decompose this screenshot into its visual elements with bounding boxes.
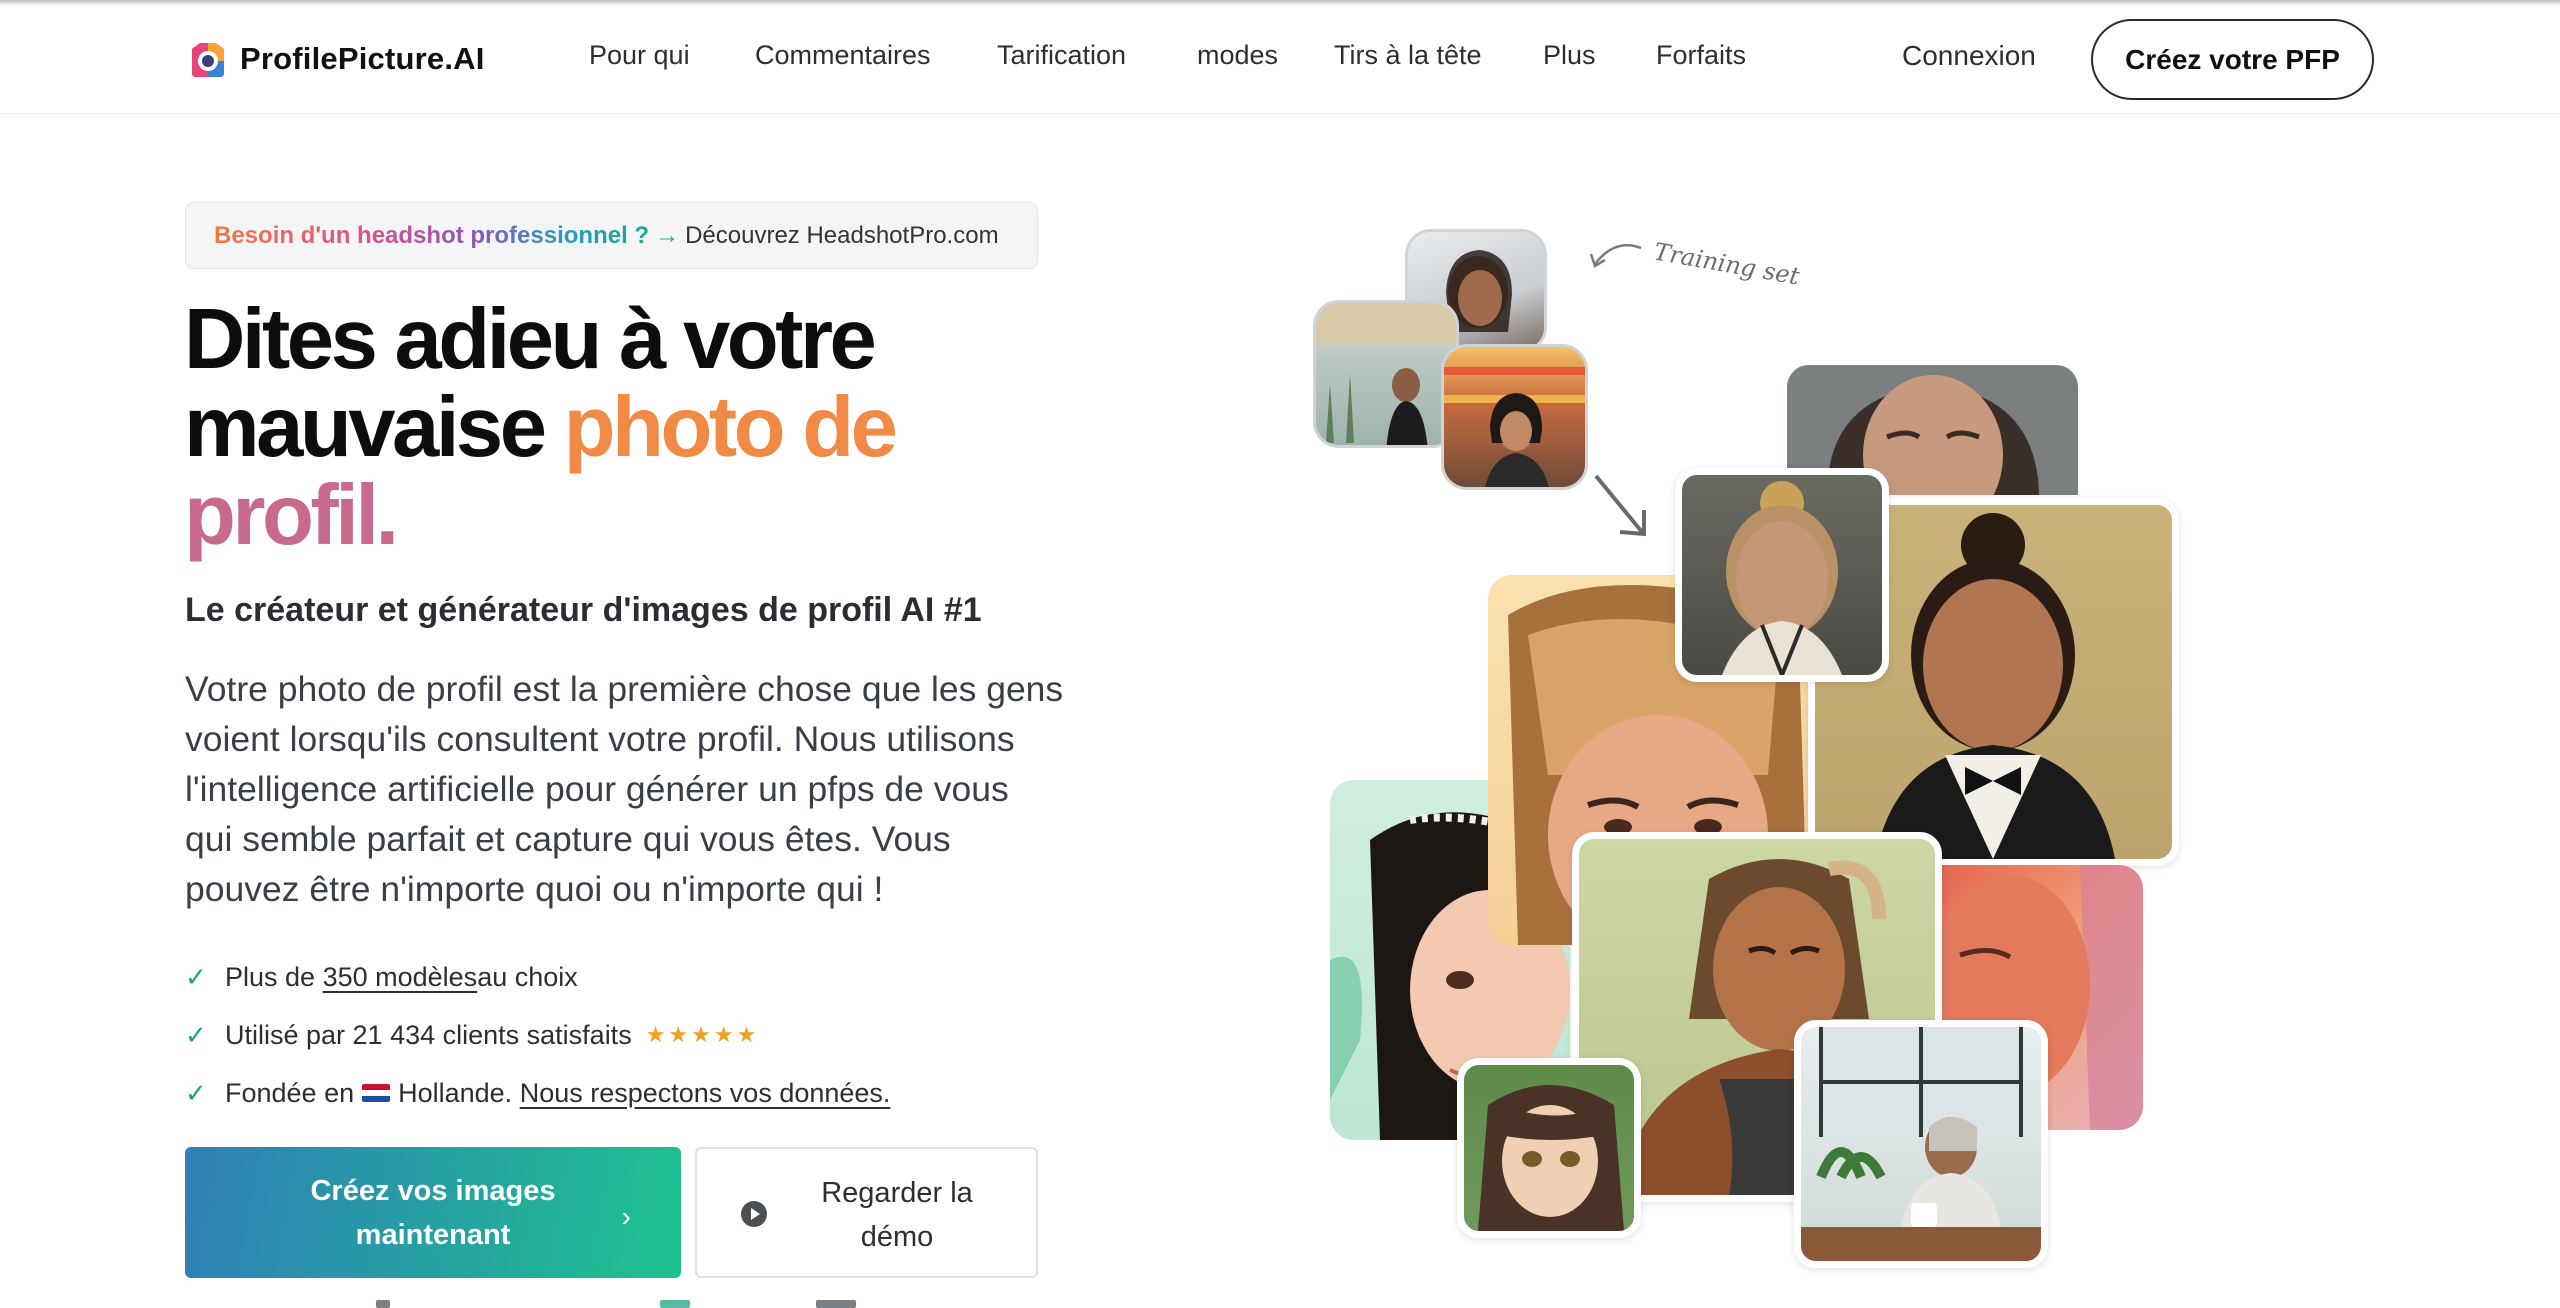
privacy-link[interactable]: Nous respectons vos données. bbox=[520, 1078, 891, 1109]
models-link[interactable]: 350 modèles bbox=[323, 962, 478, 993]
check-icon: ✓ bbox=[185, 961, 207, 992]
banner-highlight: Besoin d'un headshot professionnel ? bbox=[214, 221, 650, 249]
logo[interactable]: ProfilePicture.AI bbox=[184, 35, 485, 83]
nav-link-commentaires[interactable]: Commentaires bbox=[755, 40, 931, 71]
feature-text: Utilisé par 21 434 clients satisfaits bbox=[225, 1019, 632, 1050]
headline-highlight-orange: photo de bbox=[563, 380, 898, 475]
headshotpro-banner[interactable]: Besoin d'un headshot professionnel ? → D… bbox=[185, 202, 1038, 269]
watch-demo-button[interactable]: Regarder la démo bbox=[695, 1147, 1038, 1278]
nav-link-forfaits[interactable]: Forfaits bbox=[1656, 40, 1746, 71]
watch-demo-label: Regarder la démo bbox=[821, 1177, 973, 1253]
feature-text: Hollande. bbox=[398, 1077, 513, 1108]
nav-link-tarification[interactable]: Tarification bbox=[997, 40, 1126, 71]
logo-text: ProfilePicture.AI bbox=[240, 41, 485, 76]
check-icon: ✓ bbox=[185, 1019, 207, 1050]
headline-highlight-pink: profil. bbox=[184, 468, 399, 563]
check-icon: ✓ bbox=[185, 1077, 207, 1108]
curved-arrow-icon bbox=[1589, 244, 1642, 268]
hero-headline: Dites adieu à votre mauvaise photo de pr… bbox=[184, 296, 1084, 560]
training-photo-2 bbox=[1313, 300, 1459, 448]
create-pfp-button[interactable]: Créez votre PFP bbox=[2091, 19, 2374, 100]
feature-item-models: ✓ Plus de 350 modèles au choix bbox=[185, 948, 890, 1006]
generated-photo-small-portrait bbox=[1675, 468, 1889, 682]
create-images-button[interactable]: Créez vos images maintenant › bbox=[185, 1147, 681, 1278]
netherlands-flag-icon bbox=[362, 1084, 391, 1102]
feature-list: ✓ Plus de 350 modèles au choix ✓ Utilisé… bbox=[185, 948, 890, 1122]
feature-text: Plus de bbox=[225, 961, 316, 992]
nav-link-tirs-a-la-tete[interactable]: Tirs à la tête bbox=[1334, 40, 1482, 71]
feature-item-customers: ✓ Utilisé par 21 434 clients satisfaits … bbox=[185, 1006, 890, 1064]
banner-link-text: Découvrez HeadshotPro.com bbox=[685, 221, 999, 249]
training-photo-3 bbox=[1441, 344, 1588, 490]
play-icon bbox=[741, 1201, 767, 1227]
rating-stars-icon: ★★★★★ bbox=[645, 1022, 760, 1047]
generated-photo-anime-small bbox=[1457, 1058, 1641, 1238]
hero-description: Votre photo de profil est la première ch… bbox=[185, 669, 1064, 909]
feature-text: au choix bbox=[477, 961, 578, 992]
nav-link-plus[interactable]: Plus bbox=[1543, 40, 1596, 71]
arrow-right-icon: → bbox=[655, 221, 680, 249]
chevron-right-icon: › bbox=[621, 1201, 631, 1232]
login-link[interactable]: Connexion bbox=[1902, 40, 2036, 72]
create-images-label: Créez vos images maintenant bbox=[310, 1174, 556, 1251]
cut-off-content bbox=[360, 1300, 860, 1308]
camera-logo-icon bbox=[184, 35, 232, 83]
hero-subheading: Le créateur et générateur d'images de pr… bbox=[185, 591, 982, 629]
arrow-down-right-icon bbox=[1594, 474, 1646, 537]
feature-item-founded: ✓ Fondée en Hollande. Nous respectons vo… bbox=[185, 1064, 890, 1122]
feature-text: Fondée en bbox=[225, 1077, 355, 1108]
training-set-label: Training set bbox=[1651, 237, 1802, 291]
generated-photo-cafe bbox=[1794, 1020, 2048, 1268]
top-navigation: ProfilePicture.AI Pour qui Commentaires … bbox=[0, 0, 2560, 114]
nav-link-pour-qui[interactable]: Pour qui bbox=[589, 40, 690, 71]
nav-link-modes[interactable]: modes bbox=[1197, 40, 1278, 71]
